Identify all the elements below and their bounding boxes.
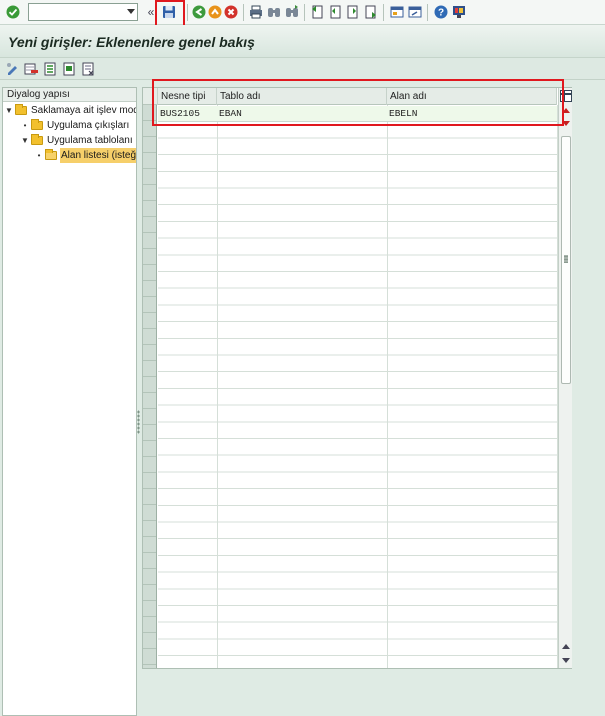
leaf-bullet-icon: • — [37, 151, 41, 160]
last-page-icon[interactable] — [363, 4, 379, 20]
print-icon[interactable] — [248, 4, 264, 20]
change-display-icon[interactable] — [5, 61, 21, 77]
folder-icon — [31, 134, 43, 145]
cancel-icon[interactable] — [223, 4, 239, 20]
folder-icon — [31, 119, 43, 130]
find-next-icon[interactable] — [284, 4, 300, 20]
dialog-structure-tree: Diyalog yapısı ▼ Saklamaya ait işlev mod… — [2, 87, 137, 716]
customize-layout-icon[interactable] — [451, 4, 467, 20]
expanded-triangle-icon[interactable]: ▼ — [5, 103, 13, 118]
table-highlight-frame — [152, 79, 564, 126]
tree-item-application-exits[interactable]: • Uygulama çıkışları — [3, 118, 136, 133]
row-selector-column[interactable] — [143, 105, 157, 668]
next-page-icon[interactable] — [345, 4, 361, 20]
select-block-icon[interactable] — [61, 61, 77, 77]
scroll-grip-icon — [564, 255, 568, 263]
separator — [383, 4, 384, 21]
page-title: Yeni girişler: Eklenenlere genel bakış — [8, 34, 255, 50]
tree-item-label: Alan listesi (isteğe — [60, 148, 136, 163]
back-icon[interactable] — [191, 4, 207, 20]
tree-item-field-list[interactable]: • Alan listesi (isteğe — [3, 148, 136, 163]
tree-item-label: Uygulama çıkışları — [47, 120, 130, 131]
delete-icon[interactable] — [23, 61, 39, 77]
column-divider — [217, 105, 218, 668]
tree-header: Diyalog yapısı — [3, 88, 136, 102]
tree-item-label: Saklamaya ait işlev modü — [31, 105, 136, 116]
open-folder-icon — [45, 149, 57, 160]
scroll-down-icon[interactable] — [562, 658, 570, 663]
svg-text:?: ? — [438, 8, 444, 19]
new-session-icon[interactable] — [389, 4, 405, 20]
select-all-icon[interactable] — [42, 61, 58, 77]
entries-table: Nesne tipi Tablo adı Alan adı BUS2105 EB… — [142, 87, 572, 669]
tree-item-function-modules[interactable]: ▼ Saklamaya ait işlev modü — [3, 103, 136, 118]
first-page-icon[interactable] — [309, 4, 325, 20]
leaf-bullet-icon: • — [23, 121, 27, 130]
help-icon[interactable]: ? — [433, 4, 449, 20]
separator — [427, 4, 428, 21]
column-divider — [387, 105, 388, 668]
folder-icon — [15, 104, 27, 115]
enter-check-icon[interactable] — [5, 4, 21, 20]
separator — [187, 4, 188, 21]
tree-item-label: Uygulama tablolanı — [47, 135, 133, 146]
application-toolbar — [0, 58, 605, 80]
command-input[interactable] — [29, 4, 121, 20]
expanded-triangle-icon[interactable]: ▼ — [21, 133, 29, 148]
tree-item-application-tables[interactable]: ▼ Uygulama tablolanı — [3, 133, 136, 148]
find-icon[interactable] — [266, 4, 282, 20]
system-toolbar: « ? — [0, 0, 605, 27]
vertical-scrollbar[interactable] — [558, 88, 572, 668]
command-field[interactable] — [28, 3, 138, 21]
chevron-down-icon[interactable] — [127, 9, 135, 14]
deselect-all-icon[interactable] — [80, 61, 96, 77]
splitter-handle[interactable] — [137, 410, 140, 434]
separator — [304, 4, 305, 21]
separator — [243, 4, 244, 21]
title-bar: Yeni girişler: Eklenenlere genel bakış — [0, 25, 605, 58]
shortcut-icon[interactable] — [407, 4, 423, 20]
scroll-up-icon[interactable] — [562, 644, 570, 649]
previous-page-icon[interactable] — [327, 4, 343, 20]
save-highlight-frame — [155, 0, 185, 27]
exit-icon[interactable] — [207, 4, 223, 20]
